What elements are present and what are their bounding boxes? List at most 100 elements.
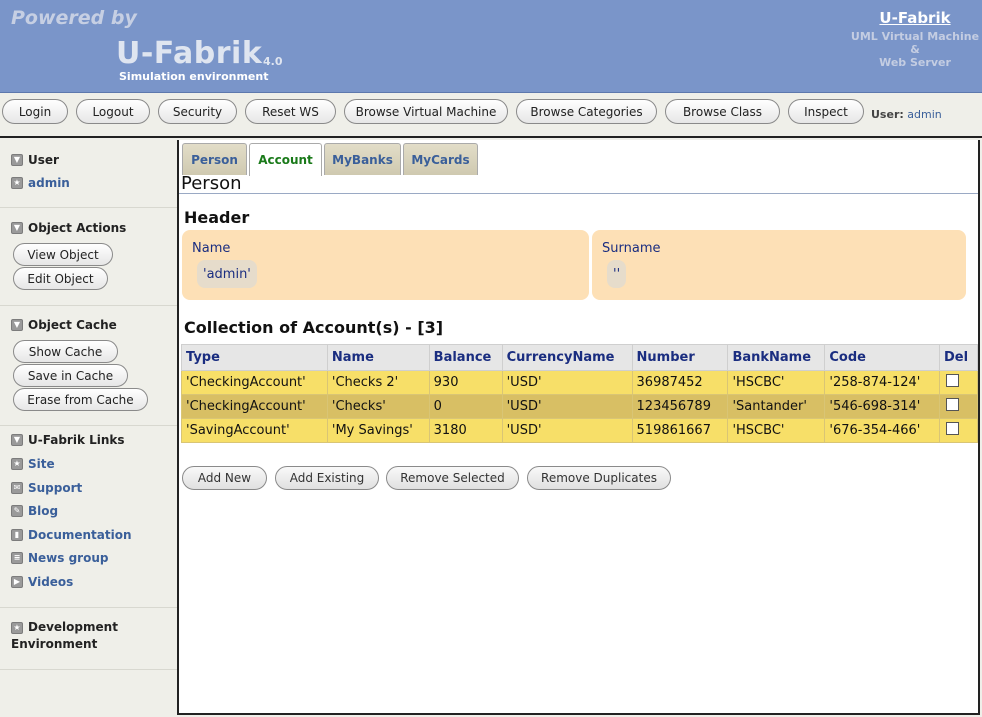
main-panel: Person Account MyBanks MyCards Person He… (177, 140, 980, 715)
banner-tagline-3: Web Server (879, 56, 951, 69)
sidebar-link-blog[interactable]: ✎ Blog (11, 504, 58, 518)
save-in-cache-button[interactable]: Save in Cache (13, 364, 128, 387)
reset-ws-button[interactable]: Reset WS (245, 99, 336, 124)
tab-mybanks[interactable]: MyBanks (324, 143, 401, 175)
cell-bankname: 'Santander' (727, 394, 826, 419)
dev-heading-line2: Environment (11, 637, 98, 651)
sidebar-object-actions-heading: ▼ Object Actions (11, 221, 126, 235)
erase-from-cache-button[interactable]: Erase from Cache (13, 388, 148, 411)
sidebar-links-heading: ▼ U-Fabrik Links (11, 433, 125, 447)
divider (0, 425, 177, 426)
sidebar-link-news-group[interactable]: ≡ News group (11, 551, 108, 565)
inspect-button[interactable]: Inspect (788, 99, 864, 124)
table-row[interactable]: 'CheckingAccount' 'Checks 2' 930 'USD' 3… (181, 370, 979, 395)
table-row[interactable]: 'CheckingAccount' 'Checks' 0 'USD' 12345… (181, 394, 979, 419)
star-icon: ★ (11, 177, 23, 189)
page-title: Person (181, 173, 242, 194)
banner-tagline-2: & (910, 43, 920, 56)
cell-type-link[interactable]: 'SavingAccount' (181, 418, 328, 443)
star-icon: ★ (11, 458, 23, 470)
surname-field-box: Surname '' (592, 230, 966, 300)
name-label: Name (192, 241, 231, 256)
browse-categories-button[interactable]: Browse Categories (516, 99, 657, 124)
header-section-title: Header (184, 208, 250, 227)
edit-object-button[interactable]: Edit Object (13, 267, 108, 290)
column-header-type[interactable]: Type (181, 344, 328, 371)
column-header-balance[interactable]: Balance (428, 344, 503, 371)
list-icon: ≡ (11, 552, 23, 564)
column-header-bankname[interactable]: BankName (727, 344, 826, 371)
cell-bankname: 'HSCBC' (727, 418, 826, 443)
cell-code: '676-354-466' (824, 418, 940, 443)
app-banner: Powered by U-Fabrik 4.0 Simulation envir… (0, 0, 982, 93)
view-object-button[interactable]: View Object (13, 243, 113, 266)
pencil-icon: ✎ (11, 505, 23, 517)
show-cache-button[interactable]: Show Cache (13, 340, 118, 363)
column-header-currency[interactable]: CurrencyName (501, 344, 633, 371)
divider (0, 607, 177, 608)
collapse-arrow-icon: ▼ (11, 319, 23, 331)
book-icon: ▮ (11, 529, 23, 541)
documentation-link-text: Documentation (28, 528, 132, 542)
add-existing-button[interactable]: Add Existing (275, 466, 379, 490)
object-cache-heading-text: Object Cache (28, 318, 117, 332)
login-button[interactable]: Login (2, 99, 68, 124)
surname-value[interactable]: '' (607, 260, 627, 288)
ufabrik-home-link[interactable]: U-Fabrik (840, 9, 982, 27)
delete-checkbox[interactable] (945, 422, 959, 435)
user-value: admin (907, 108, 942, 121)
column-header-code[interactable]: Code (824, 344, 940, 371)
divider (0, 669, 177, 670)
cell-number: 36987452 (631, 370, 729, 395)
collapse-arrow-icon: ▼ (11, 154, 23, 166)
security-button[interactable]: Security (158, 99, 237, 124)
sidebar-dev-environment-heading[interactable]: ★ Development Environment (11, 619, 118, 653)
column-header-name[interactable]: Name (326, 344, 430, 371)
cell-code: '258-874-124' (824, 370, 940, 395)
cell-balance: 930 (428, 370, 503, 395)
name-value[interactable]: 'admin' (197, 260, 257, 288)
title-underline (179, 193, 978, 194)
sidebar-link-videos[interactable]: ▶ Videos (11, 575, 73, 589)
cell-type-link[interactable]: 'CheckingAccount' (181, 370, 328, 395)
video-icon: ▶ (11, 576, 23, 588)
links-heading-text: U-Fabrik Links (28, 433, 125, 447)
remove-duplicates-button[interactable]: Remove Duplicates (527, 466, 671, 490)
sidebar-link-documentation[interactable]: ▮ Documentation (11, 528, 132, 542)
sidebar-link-support[interactable]: ✉ Support (11, 481, 82, 495)
browse-virtual-machine-button[interactable]: Browse Virtual Machine (344, 99, 508, 124)
column-header-del: Del (938, 344, 979, 371)
cell-number: 123456789 (631, 394, 729, 419)
cell-balance: 3180 (428, 418, 503, 443)
collapse-arrow-icon: ▼ (11, 222, 23, 234)
logout-button[interactable]: Logout (76, 99, 150, 124)
tab-mycards[interactable]: MyCards (403, 143, 478, 175)
brand-subtitle: Simulation environment (119, 70, 269, 83)
delete-checkbox[interactable] (945, 374, 959, 387)
column-header-number[interactable]: Number (631, 344, 729, 371)
dev-heading-line1: Development (28, 620, 118, 634)
cell-del (938, 370, 979, 395)
tab-person[interactable]: Person (182, 143, 247, 175)
news-group-link-text: News group (28, 551, 109, 565)
sidebar-user-admin-link[interactable]: ★ admin (11, 176, 70, 190)
user-link-text: admin (28, 176, 70, 190)
banner-tagline-1: UML Virtual Machine (850, 30, 980, 43)
mail-icon: ✉ (11, 482, 23, 494)
cell-code: '546-698-314' (824, 394, 940, 419)
cell-type-link[interactable]: 'CheckingAccount' (181, 394, 328, 419)
remove-selected-button[interactable]: Remove Selected (386, 466, 519, 490)
main-toolbar: Login Logout Security Reset WS Browse Vi… (0, 94, 982, 138)
add-new-button[interactable]: Add New (182, 466, 267, 490)
tab-account[interactable]: Account (249, 143, 322, 176)
cell-number: 519861667 (631, 418, 729, 443)
cell-currency: 'USD' (501, 370, 633, 395)
delete-checkbox[interactable] (945, 398, 959, 411)
table-row[interactable]: 'SavingAccount' 'My Savings' 3180 'USD' … (181, 418, 979, 443)
sidebar-object-cache-heading: ▼ Object Cache (11, 318, 117, 332)
sidebar-user-heading: ▼ User (11, 153, 59, 167)
sidebar-link-site[interactable]: ★ Site (11, 457, 55, 471)
user-label: User: (871, 108, 904, 121)
cell-name: 'My Savings' (326, 418, 430, 443)
browse-class-button[interactable]: Browse Class (665, 99, 780, 124)
